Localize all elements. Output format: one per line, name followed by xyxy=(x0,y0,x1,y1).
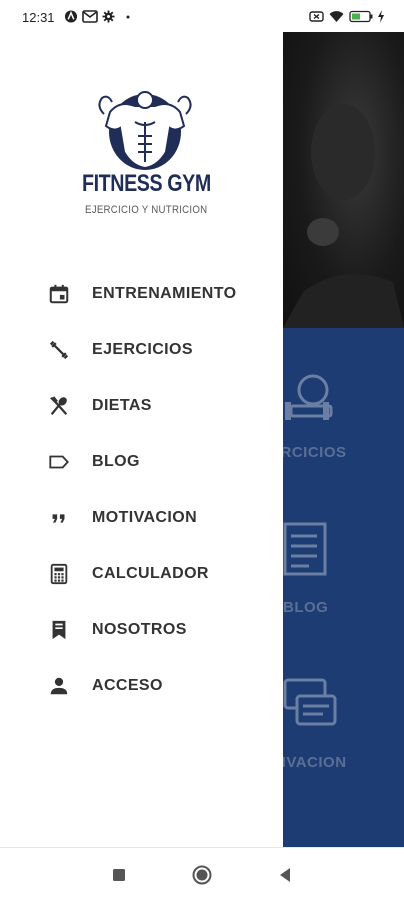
dot-icon xyxy=(126,15,130,19)
menu-item-label: CALCULADOR xyxy=(92,565,209,582)
menu-item-label: ENTRENAMIENTO xyxy=(92,285,237,302)
bookmark-icon xyxy=(52,620,66,640)
blog-category-icon xyxy=(283,522,327,576)
menu-item-label: DIETAS xyxy=(92,397,152,414)
brand-title: FITNESS GYM xyxy=(82,170,211,197)
fitness-category-icon xyxy=(285,374,333,420)
menu-item-dietas[interactable]: DIETAS xyxy=(0,378,283,434)
menu-item-label: NOSOTROS xyxy=(92,621,187,638)
charging-icon xyxy=(378,10,384,23)
status-time: 12:31 xyxy=(22,10,55,25)
hero-image xyxy=(283,32,404,328)
back-button[interactable] xyxy=(274,864,296,886)
assistant-icon xyxy=(64,10,78,23)
menu-item-acceso[interactable]: ACCESO xyxy=(0,658,283,714)
brand-subtitle: EJERCICIO Y NUTRICION xyxy=(85,204,208,216)
menu-item-motivacion[interactable]: MOTIVACION xyxy=(0,490,283,546)
menu-item-label: EJERCICIOS xyxy=(92,341,193,358)
settings-icon xyxy=(102,10,115,23)
motivacion-category-icon xyxy=(283,678,337,726)
recents-button[interactable] xyxy=(108,864,130,886)
gmail-icon xyxy=(82,10,98,23)
bodybuilder-logo xyxy=(98,91,192,170)
person-icon xyxy=(50,677,68,695)
label-tag-icon xyxy=(49,455,69,469)
bg-label-motivacion: TIVACION xyxy=(272,754,347,771)
menu-item-blog[interactable]: BLOG xyxy=(0,434,283,490)
menu-item-label: ACCESO xyxy=(92,677,163,694)
home-button[interactable] xyxy=(191,864,213,886)
menu-item-entrenamiento[interactable]: ENTRENAMIENTO xyxy=(0,266,283,322)
athlete-silhouette xyxy=(283,104,404,328)
battery-icon xyxy=(349,10,373,23)
quote-icon xyxy=(52,514,65,523)
menu-item-calculador[interactable]: CALCULADOR xyxy=(0,546,283,602)
system-nav-bar xyxy=(0,847,404,900)
bg-label-blog: BLOG xyxy=(283,599,329,616)
menu-item-nosotros[interactable]: NOSOTROS xyxy=(0,602,283,658)
calendar-icon xyxy=(49,284,69,304)
calculator-icon xyxy=(50,563,68,585)
utensils-icon xyxy=(50,396,68,415)
drawer-menu: ENTRENAMIENTO EJERCICIOS DIETAS BLOG MOT… xyxy=(0,266,283,714)
menu-item-label: MOTIVACION xyxy=(92,509,198,526)
menu-item-ejercicios[interactable]: EJERCICIOS xyxy=(0,322,283,378)
wifi-icon xyxy=(329,11,344,22)
status-bar: 12:31 xyxy=(0,0,404,32)
navigation-drawer: FITNESS GYM EJERCICIO Y NUTRICION ENTREN… xyxy=(0,32,283,847)
battery-saver-icon xyxy=(309,11,324,22)
menu-item-label: BLOG xyxy=(92,453,140,470)
dumbbell-icon xyxy=(49,340,69,360)
